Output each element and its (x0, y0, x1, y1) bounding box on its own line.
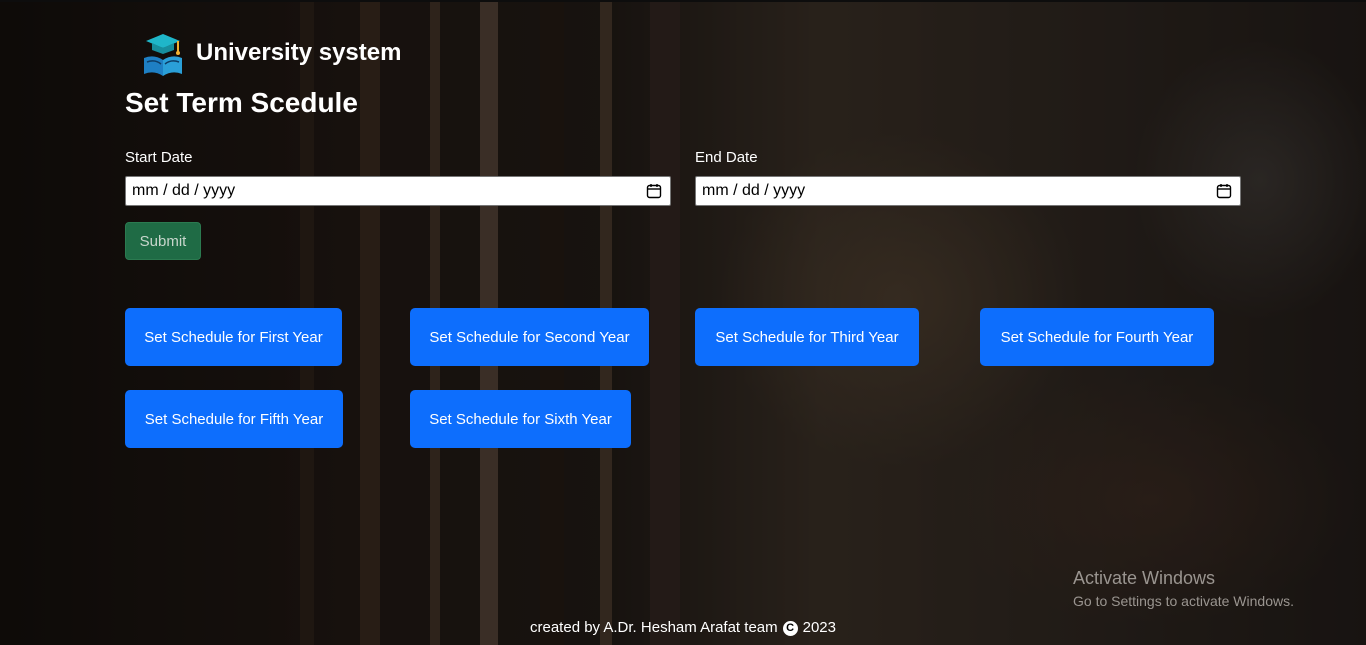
brand-name: University system (196, 39, 402, 66)
top-border (0, 0, 1366, 2)
footer: created by A.Dr. Hesham Arafat team C 2023 (0, 619, 1366, 636)
brand[interactable]: University system (140, 28, 401, 78)
activate-windows-title: Activate Windows (1073, 568, 1216, 588)
calendar-icon[interactable] (646, 183, 662, 199)
copyright-icon: C (782, 621, 798, 636)
activate-windows-watermark: Activate Windows Go to Settings to activ… (1073, 568, 1294, 609)
activate-windows-subtitle: Go to Settings to activate Windows. (1073, 593, 1294, 609)
footer-year: 2023 (802, 619, 836, 636)
footer-credit: created by A.Dr. Hesham Arafat team (530, 619, 778, 636)
first-year-schedule-button[interactable]: Set Schedule for First Year (125, 308, 342, 366)
page-title: Set Term Scedule (125, 87, 358, 118)
start-date-label: Start Date (125, 149, 193, 166)
graduation-cap-book-icon (144, 34, 182, 76)
start-date-value: mm / dd / yyyy (132, 182, 236, 199)
submit-button[interactable]: Submit (125, 222, 201, 260)
calendar-icon[interactable] (1216, 183, 1232, 199)
third-year-schedule-button[interactable]: Set Schedule for Third Year (695, 308, 919, 366)
sixth-year-schedule-button[interactable]: Set Schedule for Sixth Year (410, 390, 631, 448)
end-date-value: mm / dd / yyyy (702, 182, 806, 199)
end-date-input[interactable]: mm / dd / yyyy (695, 176, 1241, 206)
end-date-label: End Date (695, 149, 758, 166)
fourth-year-schedule-button[interactable]: Set Schedule for Fourth Year (980, 308, 1214, 366)
second-year-schedule-button[interactable]: Set Schedule for Second Year (410, 308, 649, 366)
fifth-year-schedule-button[interactable]: Set Schedule for Fifth Year (125, 390, 343, 448)
start-date-input[interactable]: mm / dd / yyyy (125, 176, 671, 206)
